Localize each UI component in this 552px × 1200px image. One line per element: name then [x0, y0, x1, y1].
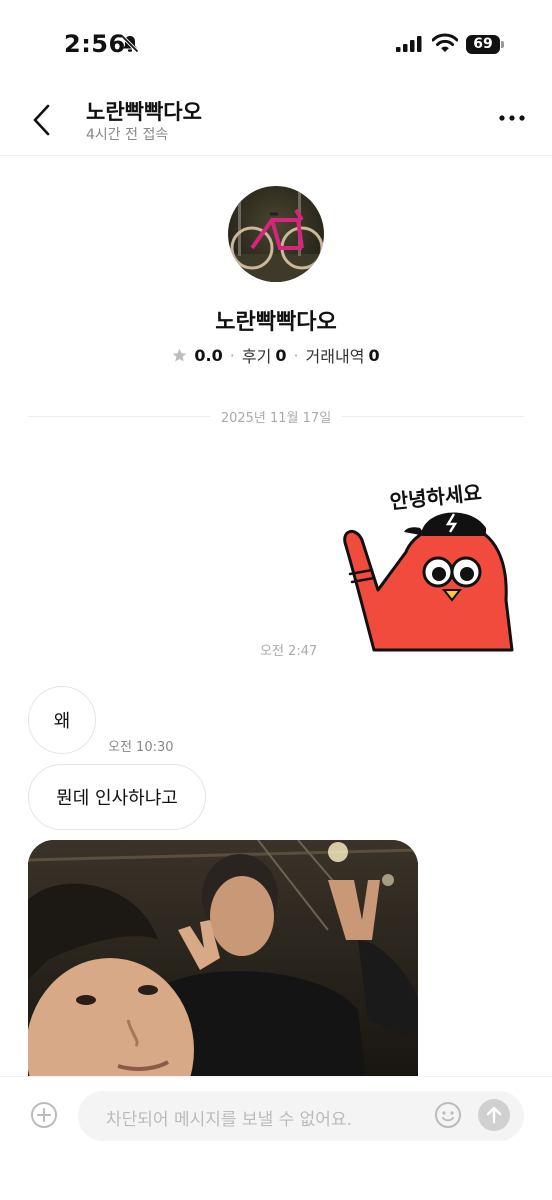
arrow-up-icon — [486, 1106, 502, 1124]
cellular-signal-icon — [396, 36, 422, 52]
message-placeholder: 차단되어 메시지를 보낼 수 없어요. — [106, 1110, 352, 1130]
sticker-text: 안녕하세요 — [389, 480, 483, 513]
date-divider: 2025년 11월 17일 — [28, 406, 525, 426]
battery-icon: 69 — [466, 35, 504, 54]
trades-count: 0 — [368, 345, 380, 365]
message-time: 오전 10:30 — [108, 740, 174, 755]
reviews-count: 0 — [275, 345, 287, 365]
chat-header: 노란빡빡다오 4시간 전 접속 — [0, 88, 552, 156]
smile-icon[interactable] — [434, 1101, 462, 1129]
wifi-icon — [432, 33, 458, 52]
chevron-left-icon — [33, 104, 50, 136]
incoming-message[interactable]: 뭔데 인사하냐고 — [28, 764, 206, 830]
photo-message[interactable] — [28, 840, 418, 1100]
message-text: 왜 — [53, 711, 71, 732]
back-button[interactable] — [24, 98, 60, 142]
plus-circle-icon[interactable] — [30, 1101, 58, 1129]
header-title: 노란빡빡다오 — [86, 100, 202, 124]
avatar-photo — [228, 186, 324, 282]
avatar[interactable] — [228, 186, 324, 282]
trades-label: 거래내역 — [305, 347, 365, 366]
more-button[interactable] — [496, 102, 528, 134]
profile-name: 노란빡빡다오 — [215, 310, 337, 335]
message-time: 오전 2:47 — [260, 644, 318, 659]
more-horizontal-icon — [499, 115, 525, 121]
date-text: 2025년 11월 17일 — [220, 410, 332, 426]
status-bar: 2:56 69 — [0, 0, 552, 88]
sticker-message[interactable]: 안녕하세요 — [326, 470, 522, 656]
rating-value: 0.0 — [194, 345, 223, 365]
reviews-label: 후기 — [241, 347, 272, 366]
bell-slash-icon — [121, 35, 139, 53]
battery-level: 69 — [466, 35, 500, 54]
status-time: 2:56 — [64, 30, 126, 58]
message-text: 뭔데 인사하냐고 — [56, 788, 178, 809]
send-button[interactable] — [478, 1099, 510, 1131]
profile-stats: 0.0 · 후기 0 · 거래내역 0 — [0, 343, 552, 367]
last-seen-text: 4시간 전 접속 — [86, 127, 169, 143]
incoming-message[interactable]: 왜 — [28, 686, 96, 754]
star-icon — [173, 348, 187, 361]
message-composer: 차단되어 메시지를 보낼 수 없어요. — [0, 1076, 552, 1200]
